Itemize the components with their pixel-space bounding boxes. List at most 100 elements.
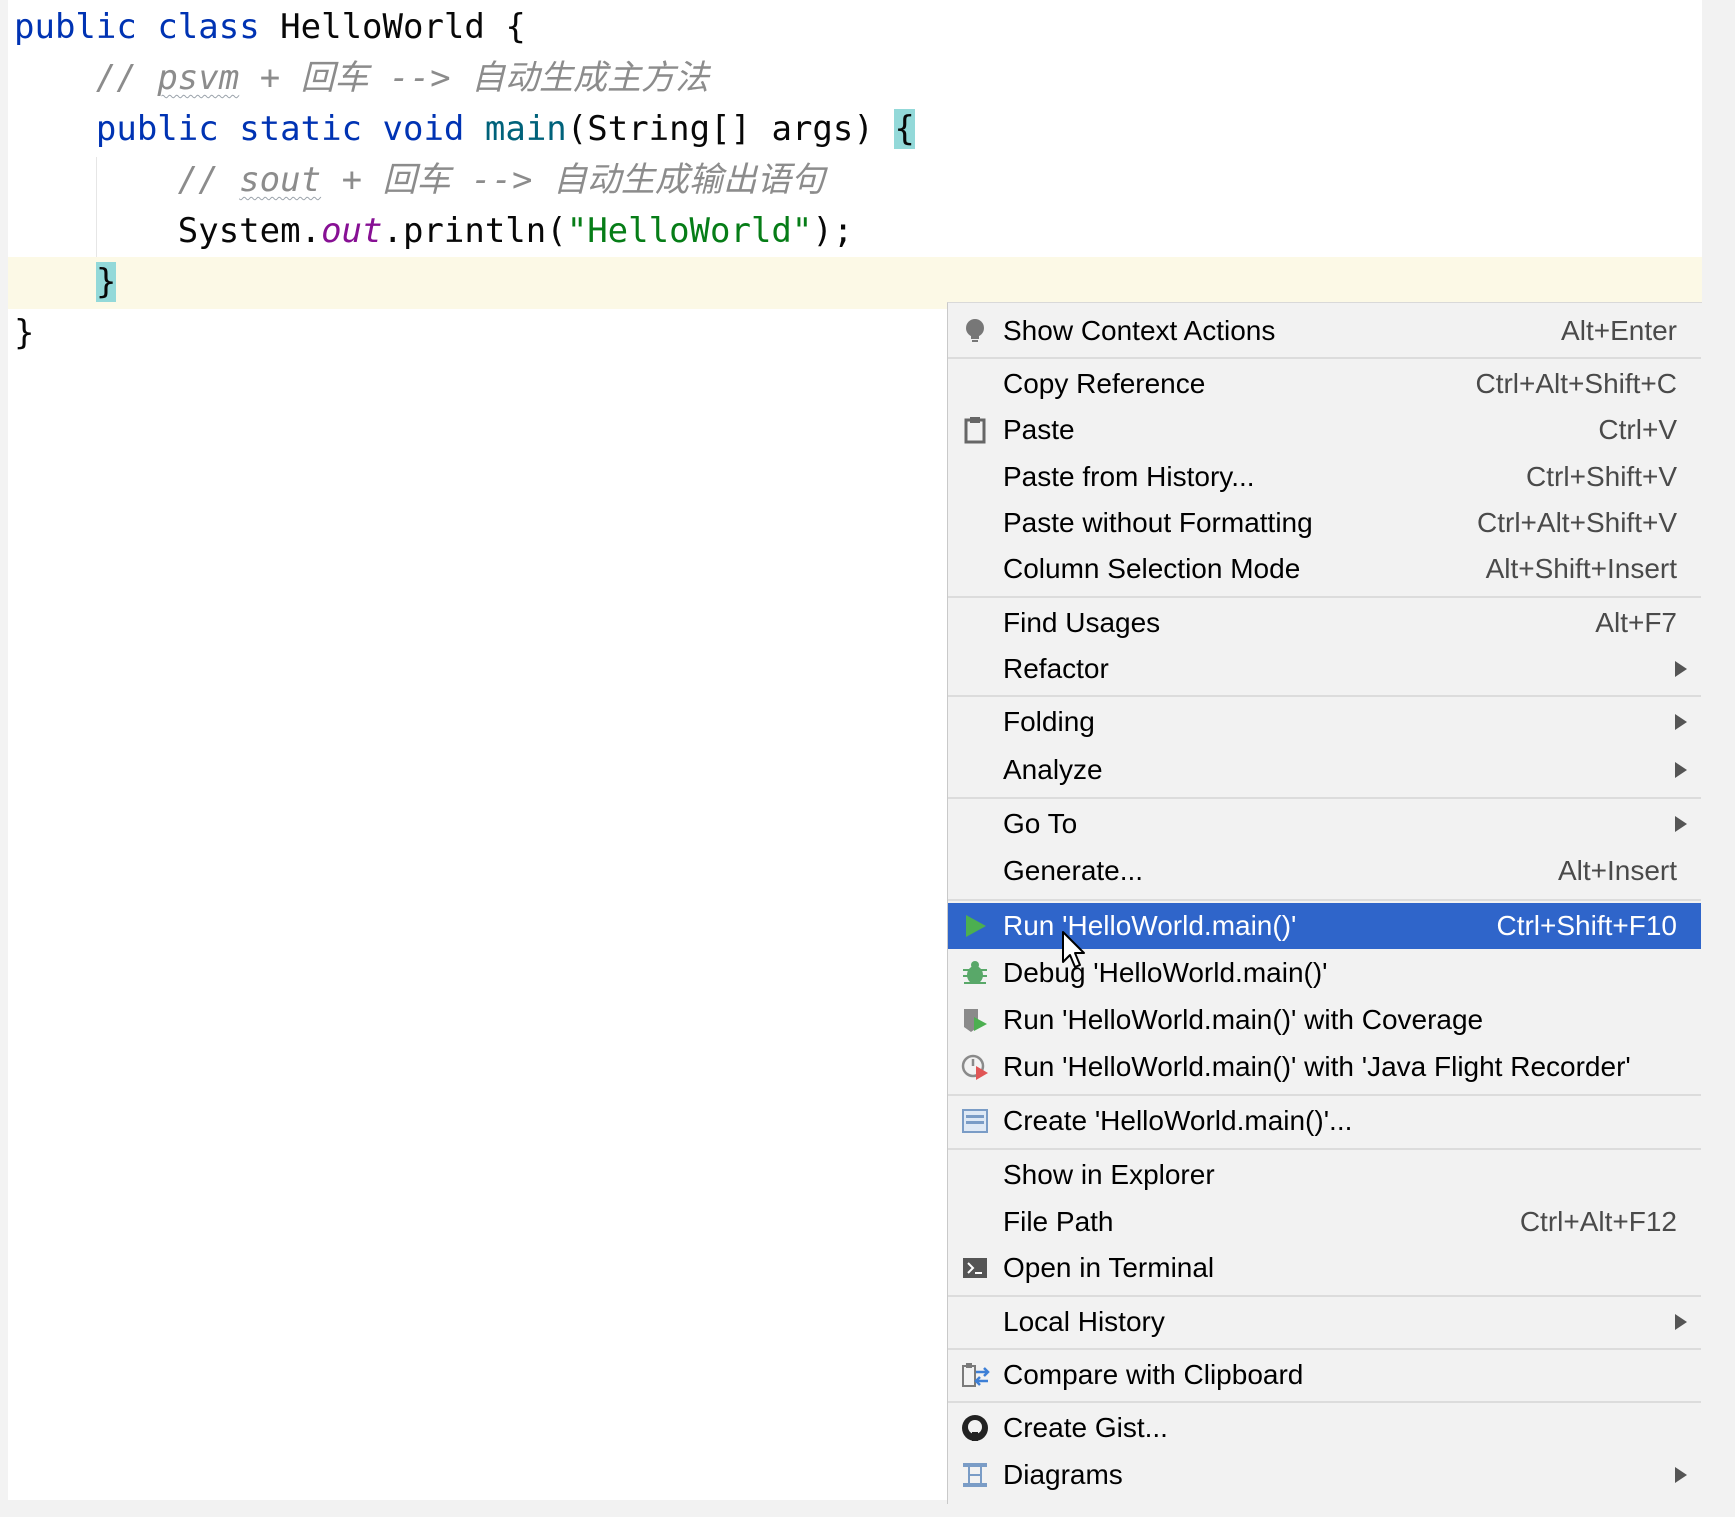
class-name: HelloWorld — [280, 7, 485, 47]
menu-item-paste-without-formatting[interactable]: Paste without Formatting Ctrl+Alt+Shift+… — [948, 500, 1701, 546]
menu-item-local-history[interactable]: Local History — [948, 1299, 1701, 1345]
menu-item-label: Run 'HelloWorld.main()' with 'Java Fligh… — [1003, 1051, 1631, 1082]
menu-item-label: Folding — [1003, 706, 1095, 737]
flight-recorder-icon — [960, 1052, 990, 1082]
comment-arrow: --> — [389, 58, 451, 98]
menu-item-label: Run 'HelloWorld.main()' — [1003, 910, 1297, 941]
menu-item-shortcut: Ctrl+Alt+Shift+V — [1477, 507, 1677, 538]
mouse-pointer-icon — [1062, 931, 1085, 968]
submenu-arrow-icon — [1675, 714, 1687, 730]
editor-context-menu: Show Context Actions Alt+Enter Copy Refe… — [947, 302, 1702, 1504]
keyword: public — [95, 109, 219, 149]
submenu-arrow-icon — [1675, 816, 1687, 832]
comment-slashes: // — [177, 160, 219, 200]
comment-arrow: --> — [471, 160, 533, 200]
menu-item-label: Local History — [1003, 1306, 1165, 1337]
run-config-icon — [960, 1106, 990, 1136]
menu-item-analyze[interactable]: Analyze — [948, 747, 1701, 793]
menu-item-open-in-terminal[interactable]: Open in Terminal — [948, 1245, 1701, 1291]
menu-item-file-path[interactable]: File Path Ctrl+Alt+F12 — [948, 1199, 1701, 1245]
menu-item-label: Create 'HelloWorld.main()'... — [1003, 1105, 1353, 1136]
method-params: (String[] args) — [566, 109, 874, 149]
menu-item-label: Show Context Actions — [1003, 315, 1276, 346]
menu-item-label: Analyze — [1003, 754, 1103, 785]
menu-item-shortcut: Ctrl+V — [1598, 414, 1677, 445]
menu-item-show-in-explorer[interactable]: Show in Explorer — [948, 1152, 1701, 1198]
menu-item-run-with-flight-recorder[interactable]: Run 'HelloWorld.main()' with 'Java Fligh… — [948, 1044, 1701, 1090]
menu-item-folding[interactable]: Folding — [948, 699, 1701, 745]
menu-item-paste-from-history[interactable]: Paste from History... Ctrl+Shift+V — [948, 454, 1701, 500]
code-line-7[interactable]: } — [14, 308, 34, 358]
code-line-3[interactable]: public static void main(String[] args) { — [14, 104, 915, 154]
menu-separator — [948, 1401, 1701, 1403]
menu-item-shortcut: Ctrl+Alt+F12 — [1519, 1206, 1677, 1237]
menu-item-label: Generate... — [1003, 855, 1144, 886]
editor-gutter — [0, 0, 8, 1517]
keyword: public — [14, 7, 137, 47]
submenu-arrow-icon — [1675, 1314, 1687, 1330]
menu-item-label: Paste from History... — [1003, 461, 1255, 492]
menu-item-shortcut: Ctrl+Shift+F10 — [1496, 910, 1677, 941]
terminal-icon — [960, 1253, 990, 1283]
menu-item-create-run-config[interactable]: Create 'HelloWorld.main()'... — [948, 1098, 1701, 1144]
menu-item-label: Open in Terminal — [1003, 1252, 1215, 1283]
comment-text: 回车 — [300, 58, 369, 98]
menu-item-copy-reference[interactable]: Copy Reference Ctrl+Alt+Shift+C — [948, 361, 1701, 407]
comment-word: sout — [239, 160, 322, 200]
keyword: class — [157, 7, 260, 47]
method-name: main — [484, 109, 567, 149]
menu-item-label: Refactor — [1003, 653, 1109, 684]
menu-item-label: Run 'HelloWorld.main()' with Coverage — [1003, 1004, 1484, 1035]
code-line-6[interactable]: } — [14, 257, 117, 307]
comment-word: psvm — [157, 58, 240, 98]
menu-item-label: File Path — [1003, 1206, 1114, 1237]
code-line-5[interactable]: System.out.println("HelloWorld"); — [14, 206, 854, 256]
menu-item-label: Create Gist... — [1003, 1412, 1168, 1443]
menu-item-label: Column Selection Mode — [1003, 553, 1301, 584]
menu-item-label: Debug 'HelloWorld.main()' — [1003, 957, 1328, 988]
menu-item-find-usages[interactable]: Find Usages Alt+F7 — [948, 600, 1701, 646]
brace: { — [505, 7, 526, 47]
menu-item-create-gist[interactable]: Create Gist... — [948, 1405, 1701, 1451]
clipboard-icon — [960, 415, 990, 445]
comment-plus: + — [341, 160, 363, 200]
menu-item-label: Copy Reference — [1003, 368, 1206, 399]
menu-item-label: Compare with Clipboard — [1003, 1359, 1304, 1390]
menu-item-diagrams[interactable]: Diagrams — [948, 1452, 1701, 1498]
submenu-arrow-icon — [1675, 661, 1687, 677]
menu-separator — [948, 695, 1701, 697]
menu-item-go-to[interactable]: Go To — [948, 801, 1701, 847]
method-call: .println( — [382, 211, 567, 251]
menu-separator — [948, 797, 1701, 799]
menu-item-compare-with-clipboard[interactable]: Compare with Clipboard — [948, 1352, 1701, 1398]
menu-item-paste[interactable]: Paste Ctrl+V — [948, 407, 1701, 453]
menu-separator — [948, 1348, 1701, 1350]
comment-text: 自动生成输出语句 — [552, 160, 825, 200]
menu-item-show-context-actions[interactable]: Show Context Actions Alt+Enter — [948, 308, 1701, 354]
code-line-4[interactable]: // sout + 回车 --> 自动生成输出语句 — [14, 155, 825, 205]
compare-icon — [960, 1360, 990, 1390]
github-icon — [960, 1413, 990, 1443]
matched-brace-close: } — [95, 262, 117, 302]
menu-item-label: Go To — [1003, 808, 1078, 839]
code-line-1[interactable]: public class HelloWorld { — [14, 2, 526, 52]
menu-item-shortcut: Alt+Shift+Insert — [1485, 553, 1677, 584]
static-field: out — [321, 211, 383, 251]
menu-item-refactor[interactable]: Refactor — [948, 646, 1701, 692]
code-object: System. — [177, 211, 322, 251]
menu-item-label: Show in Explorer — [1003, 1159, 1215, 1190]
menu-separator — [948, 1094, 1701, 1096]
menu-item-shortcut: Ctrl+Alt+Shift+C — [1475, 368, 1677, 399]
comment-slashes: // — [95, 58, 137, 98]
menu-item-generate[interactable]: Generate... Alt+Insert — [948, 848, 1701, 894]
menu-item-column-selection-mode[interactable]: Column Selection Mode Alt+Shift+Insert — [948, 546, 1701, 592]
lightbulb-icon — [960, 316, 990, 346]
brace: } — [14, 313, 35, 353]
code-line-2[interactable]: // psvm + 回车 --> 自动生成主方法 — [14, 53, 709, 103]
string-literal: "HelloWorld" — [566, 211, 813, 251]
menu-item-run-with-coverage[interactable]: Run 'HelloWorld.main()' with Coverage — [948, 997, 1701, 1043]
comment-text: 自动生成主方法 — [471, 58, 710, 98]
menu-separator — [948, 357, 1701, 359]
submenu-arrow-icon — [1675, 762, 1687, 778]
menu-item-shortcut: Alt+Enter — [1561, 315, 1677, 346]
